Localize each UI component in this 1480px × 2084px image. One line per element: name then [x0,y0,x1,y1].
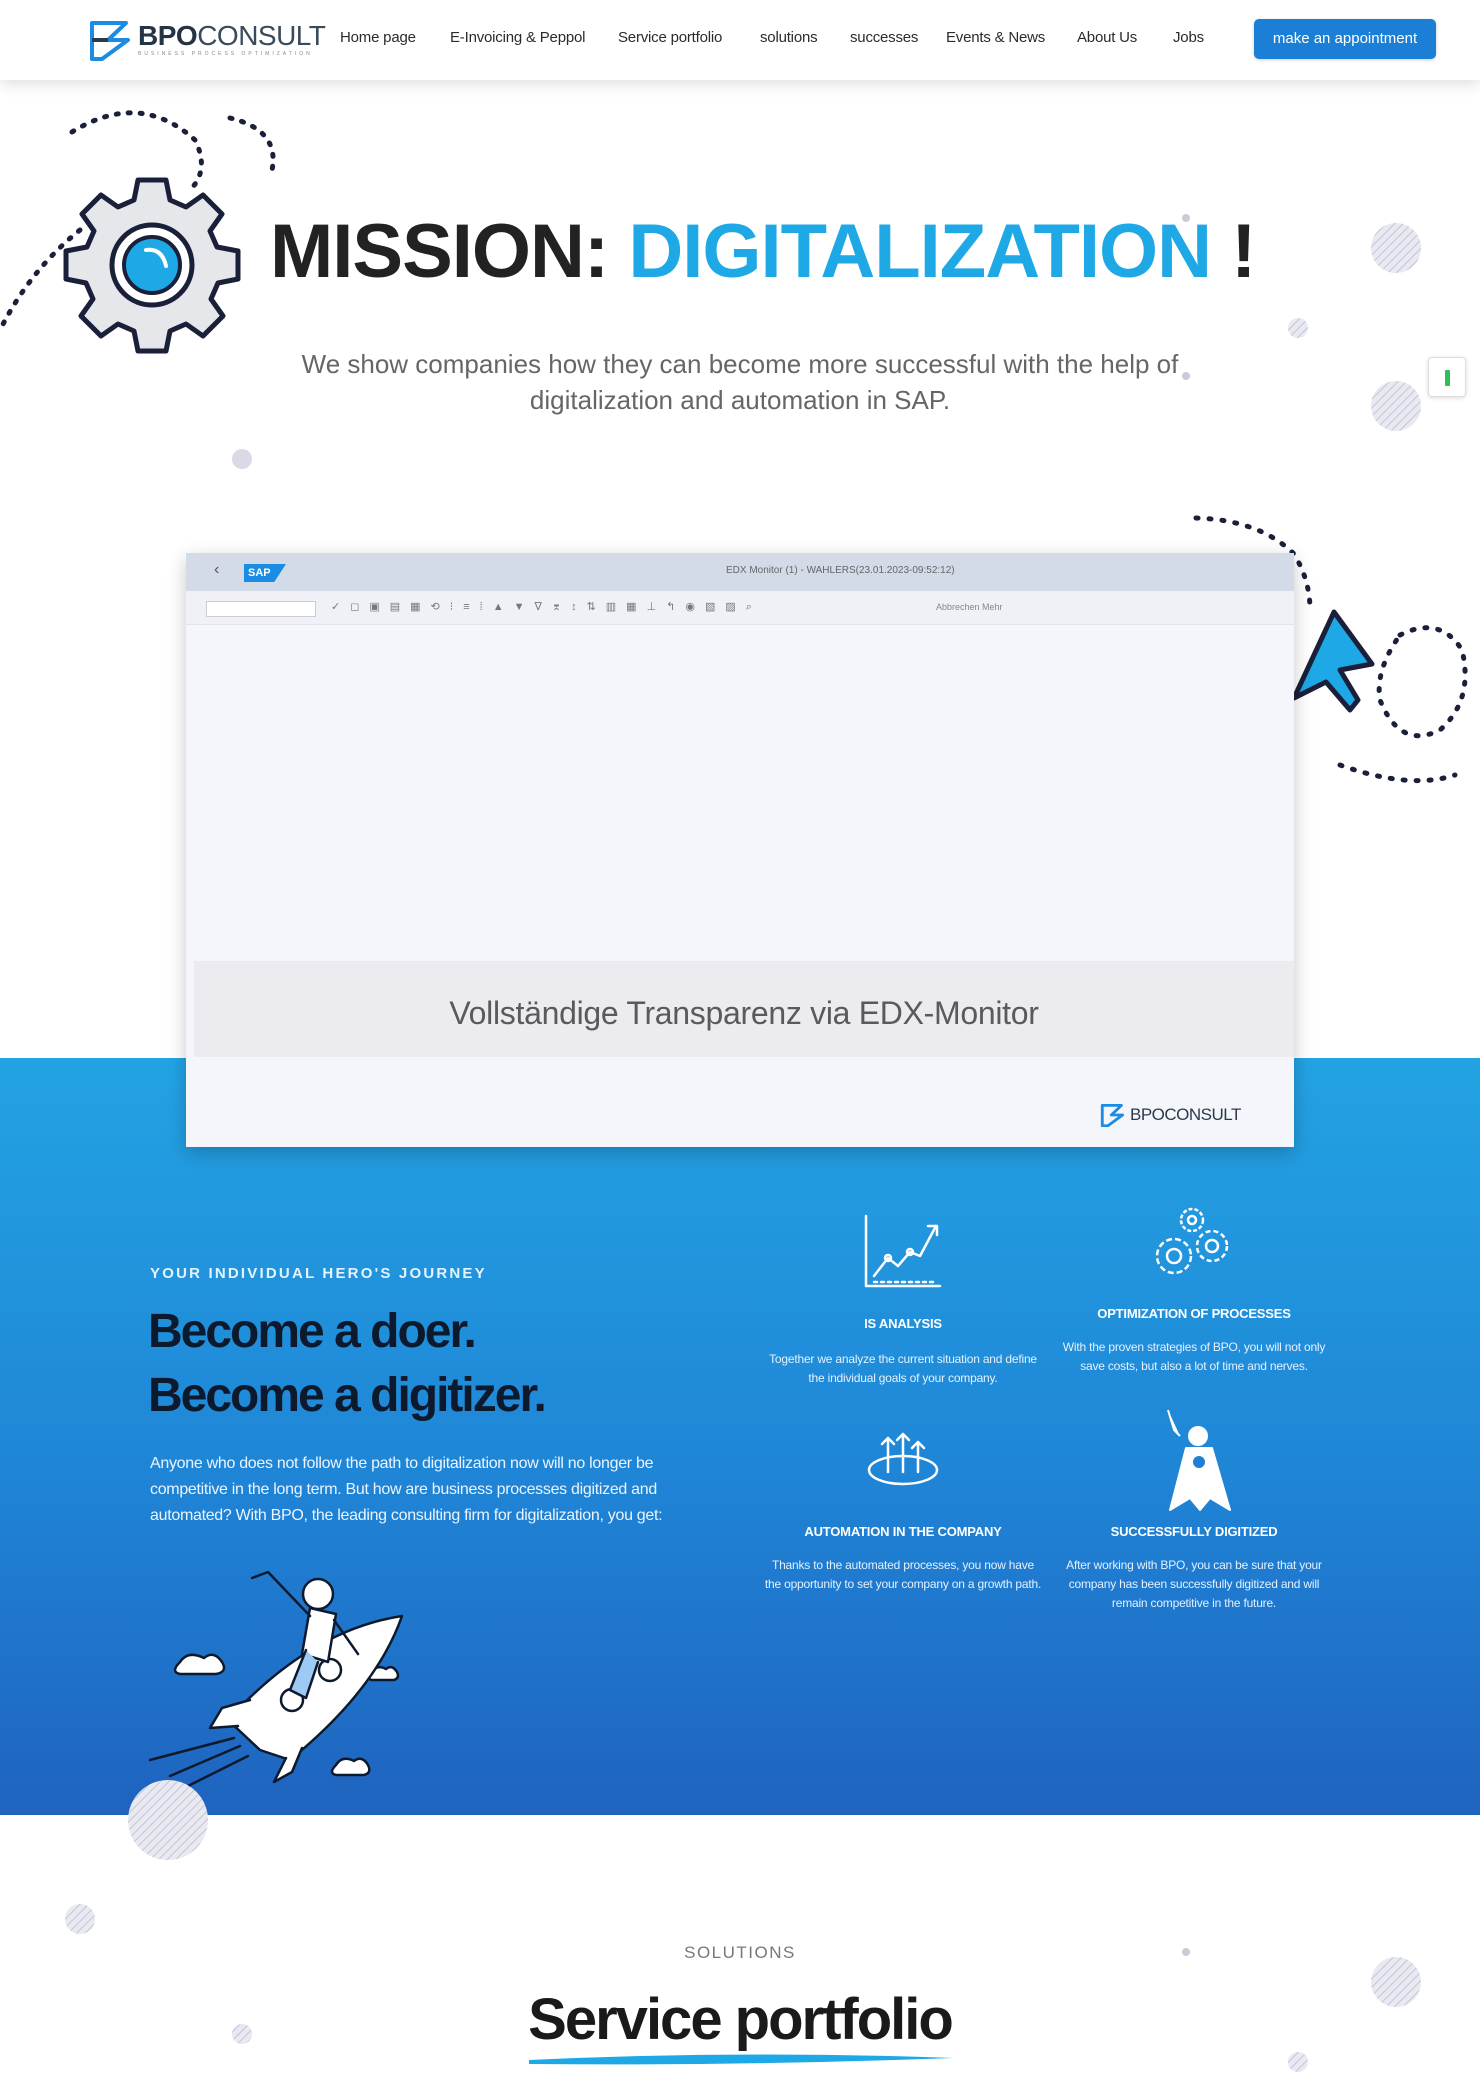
sap-toolbar: ✓◻▣▤▦⟲⁝≡⁞▲▼∇⌆↕⇅▥▦⊥↰◉▧▨⌕ Abbrechen Mehr [186,591,1294,625]
feature-title-automation: AUTOMATION IN THE COMPANY [804,1524,1002,1539]
nav-jobs[interactable]: Jobs [1173,29,1204,46]
nav-events-news[interactable]: Events & News [946,29,1045,46]
tab-marker-icon [1445,370,1450,386]
journey-eyebrow: YOUR INDIVIDUAL HERO'S JOURNEY [150,1265,487,1282]
screenshot-caption: Vollständige Transparenz via EDX-Monitor [449,995,1039,1031]
gear-illustration-icon [0,110,276,354]
sap-title-bar: ‹ SAP EDX Monitor (1) - WAHLERS(23.01.20… [186,553,1294,591]
sap-toolbar-extra: Abbrechen Mehr [936,602,1003,612]
nav-e-invoicing[interactable]: E-Invoicing & Peppol [450,29,585,46]
edx-monitor-screenshot: ‹ SAP EDX Monitor (1) - WAHLERS(23.01.20… [186,553,1294,1147]
journey-heading-line2: Become a digitizer. [148,1369,547,1422]
toolbar-icons-icon: ✓◻▣▤▦⟲⁝≡⁞▲▼∇⌆↕⇅▥▦⊥↰◉▧▨⌕ [331,601,762,613]
feedback-tab[interactable] [1428,357,1466,397]
service-portfolio-title: Service portfolio [528,1987,954,2052]
sap-logo: SAP [244,564,286,582]
logo-mark-icon [1100,1103,1125,1127]
hero-title: MISSION: DIGITALIZATION ! [270,209,1256,294]
feature-text-automation: Thanks to the automated processes, you n… [764,1558,1042,1591]
feature-text-digitized: After working with BPO, you can be sure … [1066,1558,1322,1610]
back-arrow-icon: ‹ [214,561,220,578]
site-header: BPOCONSULT BUSINESS PROCESS OPTIMIZATION… [0,0,1480,80]
journey-intro: Anyone who does not follow the path to d… [150,1455,663,1524]
logo-wordmark: BPOCONSULT [138,20,326,51]
sap-window-title: EDX Monitor (1) - WAHLERS(23.01.2023-09:… [726,565,955,576]
sap-variant-select [206,601,316,617]
logo-tagline: BUSINESS PROCESS OPTIMIZATION [138,51,313,57]
small-dot-icon [232,449,252,469]
feature-text-is-analysis: Together we analyze the current situatio… [769,1352,1037,1385]
nav-successes[interactable]: successes [850,29,918,46]
hero-subtitle: We show companies how they can become mo… [301,349,1179,415]
card-logo-wordmark: BPOCONSULT [1130,1105,1241,1124]
logo-mark-icon [90,21,130,61]
card-bpo-logo: BPOCONSULT [1100,1101,1241,1131]
chart-growth-icon [864,1214,942,1288]
feature-title-is-analysis: IS ANALYSIS [864,1316,942,1331]
feature-title-digitized: SUCCESSFULLY DIGITIZED [1110,1524,1278,1539]
nav-service-portfolio[interactable]: Service portfolio [618,29,722,46]
feature-title-optimization: OPTIMIZATION OF PROCESSES [1097,1306,1291,1321]
title-underline-icon [529,2054,953,2065]
superhero-icon [1167,1409,1231,1511]
solutions-eyebrow: SOLUTIONS [684,1943,796,1962]
nav-about-us[interactable]: About Us [1077,29,1137,46]
caption-band: Vollständige Transparenz via EDX-Monitor [194,961,1294,1057]
nav-home-page[interactable]: Home page [340,29,416,46]
gears-icon [1155,1207,1229,1275]
feature-text-optimization: With the proven strategies of BPO, you w… [1062,1340,1326,1373]
journey-heading-line1: Become a doer. [148,1305,477,1358]
arrows-up-icon [867,1432,939,1486]
make-appointment-button[interactable]: make an appointment [1254,19,1436,59]
rocket-illustration-icon [148,1570,404,1788]
nav-solutions[interactable]: solutions [760,29,818,46]
bpo-consult-logo[interactable]: BPOCONSULT BUSINESS PROCESS OPTIMIZATION [88,19,326,61]
